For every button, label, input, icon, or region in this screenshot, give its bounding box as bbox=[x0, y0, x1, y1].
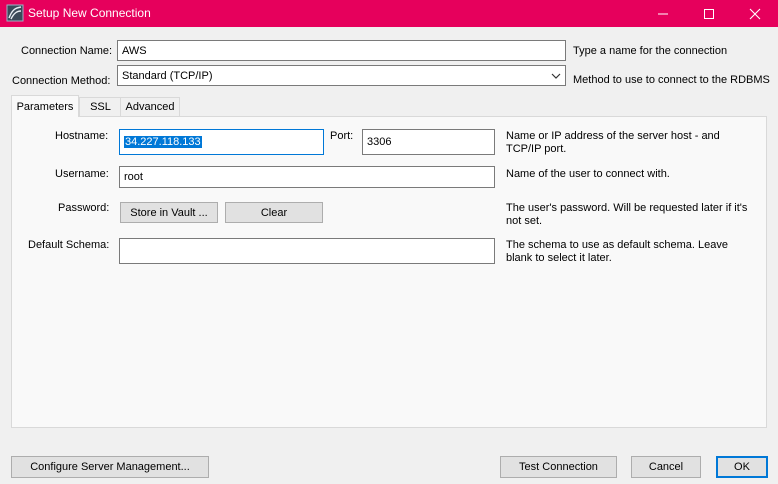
tab-ssl[interactable]: SSL bbox=[79, 97, 121, 116]
default-schema-hint: The schema to use as default schema. Lea… bbox=[506, 239, 728, 264]
port-value: 3306 bbox=[367, 136, 392, 148]
cancel-label: Cancel bbox=[648, 461, 684, 473]
username-hint: Name of the user to connect with. bbox=[506, 168, 670, 180]
parameters-panel bbox=[11, 116, 767, 428]
connection-method-hint: Method to use to connect to the RDBMS bbox=[573, 74, 770, 86]
username-input[interactable]: root bbox=[119, 166, 495, 188]
hostname-input[interactable]: 34.227.118.133 bbox=[119, 129, 324, 155]
username-value: root bbox=[124, 171, 143, 183]
tab-advanced[interactable]: Advanced bbox=[120, 97, 180, 116]
connection-method-label: Connection Method: bbox=[12, 75, 111, 87]
connection-name-value: AWS bbox=[122, 44, 147, 57]
default-schema-label: Default Schema: bbox=[28, 239, 110, 251]
window-title: Setup New Connection bbox=[28, 6, 151, 20]
username-label: Username: bbox=[55, 168, 109, 180]
hostname-label: Hostname: bbox=[55, 130, 109, 142]
cancel-button[interactable]: Cancel bbox=[631, 456, 701, 478]
password-label: Password: bbox=[58, 202, 110, 214]
ok-button[interactable]: OK bbox=[716, 456, 768, 478]
hostname-value: 34.227.118.133 bbox=[124, 136, 202, 148]
clear-password-label: Clear bbox=[260, 206, 288, 219]
connection-name-label: Connection Name: bbox=[21, 45, 113, 57]
connection-method-select[interactable]: Standard (TCP/IP) bbox=[117, 65, 566, 86]
tab-advanced-label: Advanced bbox=[125, 101, 175, 113]
connection-name-input[interactable]: AWS bbox=[117, 40, 566, 61]
minimize-button[interactable] bbox=[640, 0, 686, 27]
hostname-hint: Name or IP address of the server host - … bbox=[506, 130, 720, 155]
store-in-vault-label: Store in Vault ... bbox=[130, 206, 208, 219]
tab-parameters[interactable]: Parameters bbox=[11, 95, 79, 117]
store-in-vault-button[interactable]: Store in Vault ... bbox=[120, 202, 218, 223]
default-schema-input[interactable] bbox=[119, 238, 495, 264]
close-button[interactable] bbox=[732, 0, 778, 27]
connection-method-value: Standard (TCP/IP) bbox=[122, 69, 213, 82]
maximize-button[interactable] bbox=[686, 0, 732, 27]
minimize-icon bbox=[658, 13, 668, 14]
tab-ssl-label: SSL bbox=[90, 101, 111, 113]
test-connection-label: Test Connection bbox=[519, 461, 598, 473]
maximize-icon bbox=[704, 8, 714, 19]
connection-name-hint: Type a name for the connection bbox=[573, 45, 728, 57]
password-hint: The user's password. Will be requested l… bbox=[506, 202, 748, 227]
tab-parameters-label: Parameters bbox=[16, 100, 74, 113]
ok-label: OK bbox=[734, 461, 750, 473]
configure-server-management-label: Configure Server Management... bbox=[30, 461, 190, 473]
chevron-down-icon bbox=[551, 71, 561, 83]
clear-password-button[interactable]: Clear bbox=[225, 202, 323, 223]
title-bar: Setup New Connection bbox=[0, 0, 778, 27]
port-label: Port: bbox=[330, 130, 354, 142]
close-icon bbox=[749, 8, 761, 19]
configure-server-management-button[interactable]: Configure Server Management... bbox=[11, 456, 209, 478]
mysql-workbench-icon bbox=[6, 4, 24, 22]
test-connection-button[interactable]: Test Connection bbox=[500, 456, 617, 478]
port-input[interactable]: 3306 bbox=[362, 129, 495, 155]
